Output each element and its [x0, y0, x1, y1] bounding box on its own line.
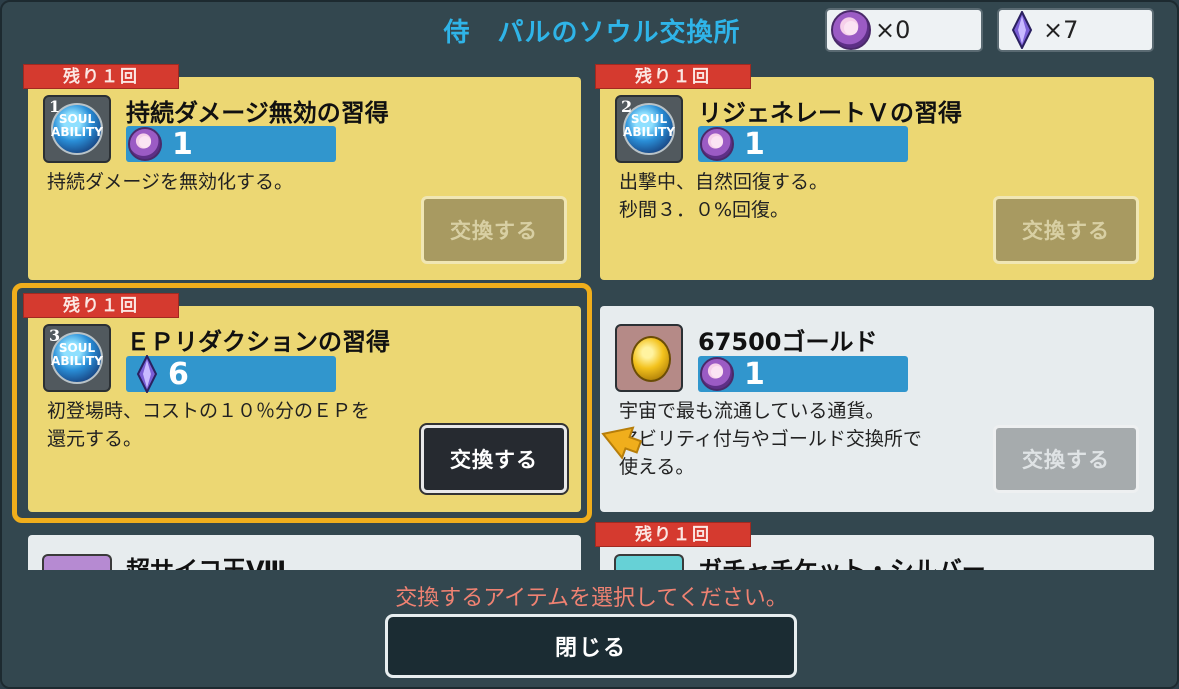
crystal-icon [136, 355, 158, 393]
soul-ability-icon: SOUL ABILITY 2 [615, 95, 683, 163]
item-name: 超サイコ玉Ⅷ [126, 556, 287, 570]
item-description: 初登場時、コストの１０％分のＥＰを 還元する。 [47, 400, 371, 450]
soul-count: ×0 [875, 16, 911, 44]
item-description: 持続ダメージを無効化する。 [47, 171, 294, 193]
soul-ability-icon: SOUL ABILITY 1 [43, 95, 111, 163]
gold-coin-icon [615, 324, 683, 392]
remaining-badge: 残り１回 [23, 64, 179, 89]
cost-value: 6 [168, 356, 189, 392]
soul-icon [700, 357, 734, 391]
cost-value: 1 [172, 126, 193, 162]
exchange-button[interactable]: 交換する [993, 196, 1139, 264]
soul-currency-display: ×0 [825, 8, 983, 52]
cost-value: 1 [744, 356, 765, 392]
pointer-arrow-icon [601, 426, 642, 460]
item-name: ガチャチケット・シルバー [698, 556, 986, 570]
cost-bar: 1 [126, 126, 336, 162]
exchange-button[interactable]: 交換する [421, 196, 567, 264]
psycho-orb-icon [42, 554, 112, 570]
item-description: 宇宙で最も流通している通貨。 アビリティ付与やゴールド交換所で 使える。 [619, 400, 922, 478]
cost-bar: 6 [126, 355, 336, 393]
cost-bar: 1 [698, 356, 908, 392]
remaining-badge: 残り１回 [23, 293, 179, 318]
remaining-badge: 残り１回 [595, 64, 751, 89]
exchange-button[interactable]: 交換する [993, 425, 1139, 493]
gacha-ticket-icon [614, 554, 684, 570]
instruction-text: 交換するアイテムを選択してください。 [395, 586, 788, 611]
item-name: ＥＰリダクションの習得 [126, 328, 390, 356]
remaining-badge: 残り１回 [595, 522, 751, 547]
item-name: 持続ダメージ無効の習得 [126, 99, 389, 127]
crystal-count: ×7 [1043, 16, 1079, 44]
item-name: 67500ゴールド [698, 328, 878, 356]
soul-icon [831, 10, 871, 50]
close-button[interactable]: 閉じる [385, 614, 797, 678]
soul-ability-label: SOUL ABILITY [51, 112, 103, 139]
soul-ability-label: SOUL ABILITY [51, 341, 103, 368]
ability-number: 1 [49, 97, 61, 116]
cost-bar: 1 [698, 126, 908, 162]
soul-icon [700, 127, 734, 161]
ability-number: 2 [621, 97, 633, 116]
cost-value: 1 [744, 126, 765, 162]
soul-ability-label: SOUL ABILITY [623, 112, 675, 139]
page-title: 侍 パルのソウル交換所 [443, 18, 741, 48]
soul-icon [128, 127, 162, 161]
crystal-currency-display: ×7 [997, 8, 1154, 52]
ability-number: 3 [49, 326, 61, 345]
soul-ability-icon: SOUL ABILITY 3 [43, 324, 111, 392]
exchange-button[interactable]: 交換する [421, 425, 567, 493]
crystal-icon [1011, 11, 1033, 49]
item-name: リジェネレートＶの習得 [698, 99, 962, 127]
item-description: 出撃中、自然回復する。 秒間３．０%回復。 [619, 171, 829, 221]
exchange-window: 侍 パルのソウル交換所 ×0 ×7 残り１回 SOUL ABILITY 1 持続… [0, 0, 1179, 689]
